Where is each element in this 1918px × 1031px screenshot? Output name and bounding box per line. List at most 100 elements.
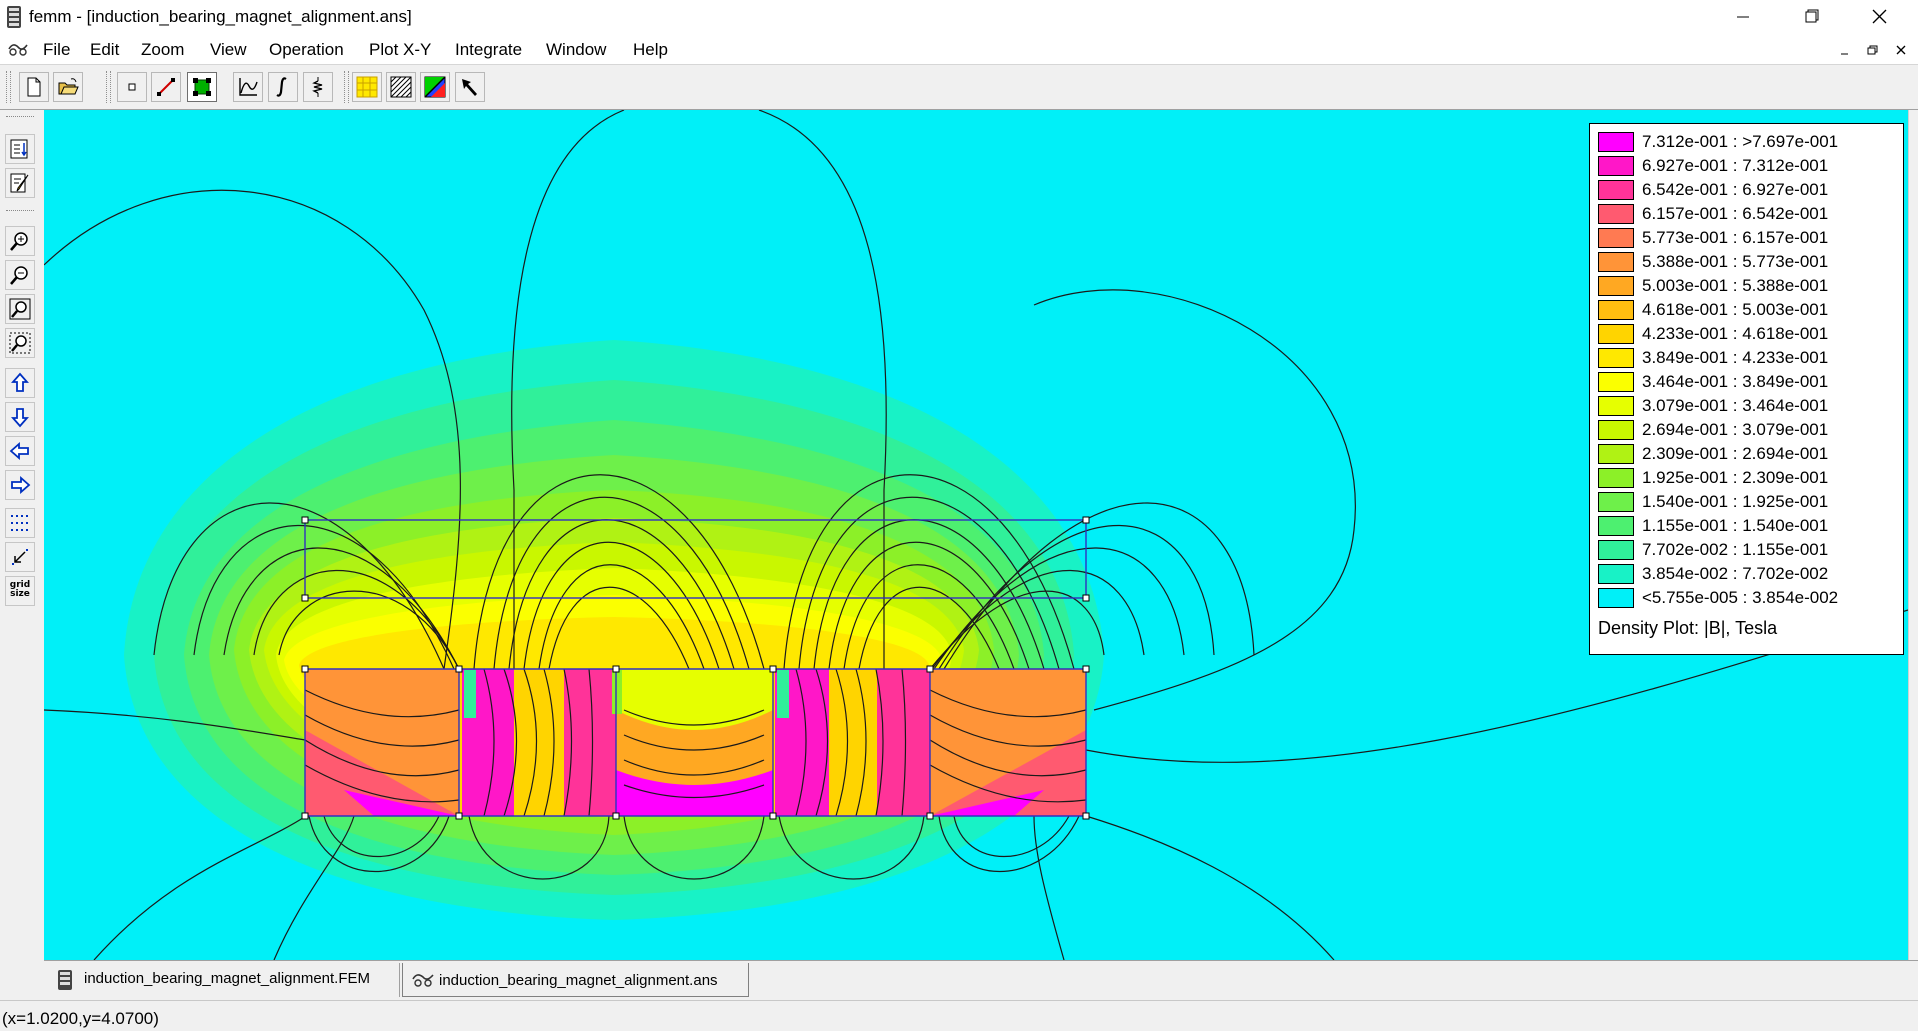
arrow-right-icon [11, 476, 31, 494]
new-file-icon [27, 77, 41, 97]
vector-plot-icon [424, 76, 446, 98]
legend-row: 4.618e-001 : 5.003e-001 [1598, 298, 1898, 322]
legend-label: 3.849e-001 : 4.233e-001 [1642, 348, 1829, 367]
menu-file[interactable]: File [43, 40, 70, 60]
legend-swatch [1598, 300, 1634, 320]
legend-swatch [1598, 444, 1634, 464]
snap-grid-button[interactable] [5, 542, 35, 572]
legend-row: 2.694e-001 : 3.079e-001 [1598, 418, 1898, 442]
postprocessor-icon [412, 974, 434, 987]
minimize-button[interactable] [1714, 0, 1772, 34]
toolbar-grip[interactable] [106, 71, 111, 103]
toolbar-grip[interactable] [344, 71, 349, 103]
circuit-props-button[interactable] [303, 72, 333, 102]
mdi-minimize-button[interactable] [1834, 40, 1856, 60]
tab-label: induction_bearing_magnet_alignment.FEM [84, 970, 371, 987]
new-file-button[interactable] [19, 72, 49, 102]
select-arrow-button[interactable] [455, 72, 485, 102]
legend-swatch [1598, 420, 1634, 440]
menu-zoom[interactable]: Zoom [141, 40, 184, 60]
density-legend: 7.312e-001 : >7.697e-001 6.927e-001 : 7.… [1589, 123, 1904, 655]
legend-swatch [1598, 204, 1634, 224]
block-mode-button[interactable] [187, 72, 217, 102]
legend-label: 1.540e-001 : 1.925e-001 [1642, 492, 1829, 511]
close-button[interactable] [1850, 0, 1908, 34]
menu-view[interactable]: View [210, 40, 247, 60]
contour-plot-button[interactable] [352, 72, 382, 102]
edit-props-button[interactable] [5, 168, 35, 198]
restore-icon [1867, 45, 1878, 55]
menu-integrate[interactable]: Integrate [455, 40, 522, 60]
vector-plot-button[interactable] [420, 72, 450, 102]
show-grid-button[interactable] [5, 508, 35, 538]
show-results-button[interactable] [5, 134, 35, 164]
menu-operation[interactable]: Operation [269, 40, 344, 60]
toolbar-separator [6, 210, 34, 211]
close-icon [1896, 45, 1906, 55]
legend-label: 3.854e-002 : 7.702e-002 [1642, 564, 1829, 583]
toolbar-grip[interactable] [6, 71, 11, 103]
integrate-button[interactable] [268, 72, 298, 102]
legend-row: 7.312e-001 : >7.697e-001 [1598, 130, 1898, 154]
legend-row: 3.464e-001 : 3.849e-001 [1598, 370, 1898, 394]
legend-label: 3.079e-001 : 3.464e-001 [1642, 396, 1829, 415]
femm-doc-icon [58, 970, 72, 990]
pan-left-button[interactable] [5, 436, 35, 466]
legend-row: 2.309e-001 : 2.694e-001 [1598, 442, 1898, 466]
mdi-close-button[interactable] [1890, 40, 1912, 60]
point-icon [128, 83, 136, 91]
femm-app-icon [7, 6, 21, 28]
zoom-window-button[interactable] [5, 328, 35, 358]
plot-xy-icon [239, 78, 258, 96]
pan-down-button[interactable] [5, 402, 35, 432]
zoom-in-button[interactable] [5, 226, 35, 256]
zoom-out-button[interactable] [5, 260, 35, 290]
zoom-natural-button[interactable] [5, 294, 35, 324]
menu-help[interactable]: Help [633, 40, 668, 60]
open-folder-icon [58, 78, 79, 95]
zoom-window-icon [9, 332, 31, 354]
pan-up-button[interactable] [5, 368, 35, 398]
legend-swatch [1598, 276, 1634, 296]
legend-label: 7.312e-001 : >7.697e-001 [1642, 132, 1839, 151]
zoom-natural-icon [9, 298, 31, 320]
legend-row: 1.155e-001 : 1.540e-001 [1598, 514, 1898, 538]
zoom-in-icon [10, 232, 28, 251]
results-list-icon [10, 139, 28, 159]
legend-label: 1.155e-001 : 1.540e-001 [1642, 516, 1829, 535]
legend-label: <5.755e-005 : 3.854e-002 [1642, 588, 1839, 607]
menu-edit[interactable]: Edit [90, 40, 119, 60]
postprocessor-doc-icon[interactable] [7, 39, 29, 59]
mdi-restore-button[interactable] [1862, 40, 1884, 60]
legend-label: 1.925e-001 : 2.309e-001 [1642, 468, 1829, 487]
left-toolbar: grid size [0, 110, 45, 1000]
line-icon [157, 78, 175, 96]
open-file-button[interactable] [53, 72, 83, 102]
legend-row: 1.540e-001 : 1.925e-001 [1598, 490, 1898, 514]
toolbar-separator [6, 116, 34, 117]
arrow-down-icon [11, 408, 29, 428]
pan-right-button[interactable] [5, 470, 35, 500]
grid-size-button[interactable]: grid size [5, 576, 35, 606]
legend-row: 5.773e-001 : 6.157e-001 [1598, 226, 1898, 250]
vertical-scrollbar[interactable] [1908, 110, 1918, 960]
hatch-plot-button[interactable] [386, 72, 416, 102]
tab-ans-document[interactable]: induction_bearing_magnet_alignment.ans [402, 963, 749, 997]
legend-row: 6.157e-001 : 6.542e-001 [1598, 202, 1898, 226]
legend-row: 5.388e-001 : 5.773e-001 [1598, 250, 1898, 274]
tab-fem-document[interactable]: induction_bearing_magnet_alignment.FEM [48, 963, 400, 997]
menu-plot-xy[interactable]: Plot X-Y [369, 40, 431, 60]
restore-icon [1805, 9, 1819, 23]
zoom-out-icon [10, 266, 28, 285]
point-mode-button[interactable] [117, 72, 147, 102]
close-icon [1872, 9, 1887, 24]
menu-window[interactable]: Window [546, 40, 606, 60]
document-tabs: induction_bearing_magnet_alignment.FEM i… [44, 960, 1918, 1001]
plot-xy-button[interactable] [233, 72, 263, 102]
window-title: femm - [induction_bearing_magnet_alignme… [29, 7, 412, 26]
restore-button[interactable] [1782, 0, 1840, 34]
line-mode-button[interactable] [151, 72, 181, 102]
legend-swatch [1598, 468, 1634, 488]
legend-row: 3.849e-001 : 4.233e-001 [1598, 346, 1898, 370]
legend-row: 4.233e-001 : 4.618e-001 [1598, 322, 1898, 346]
